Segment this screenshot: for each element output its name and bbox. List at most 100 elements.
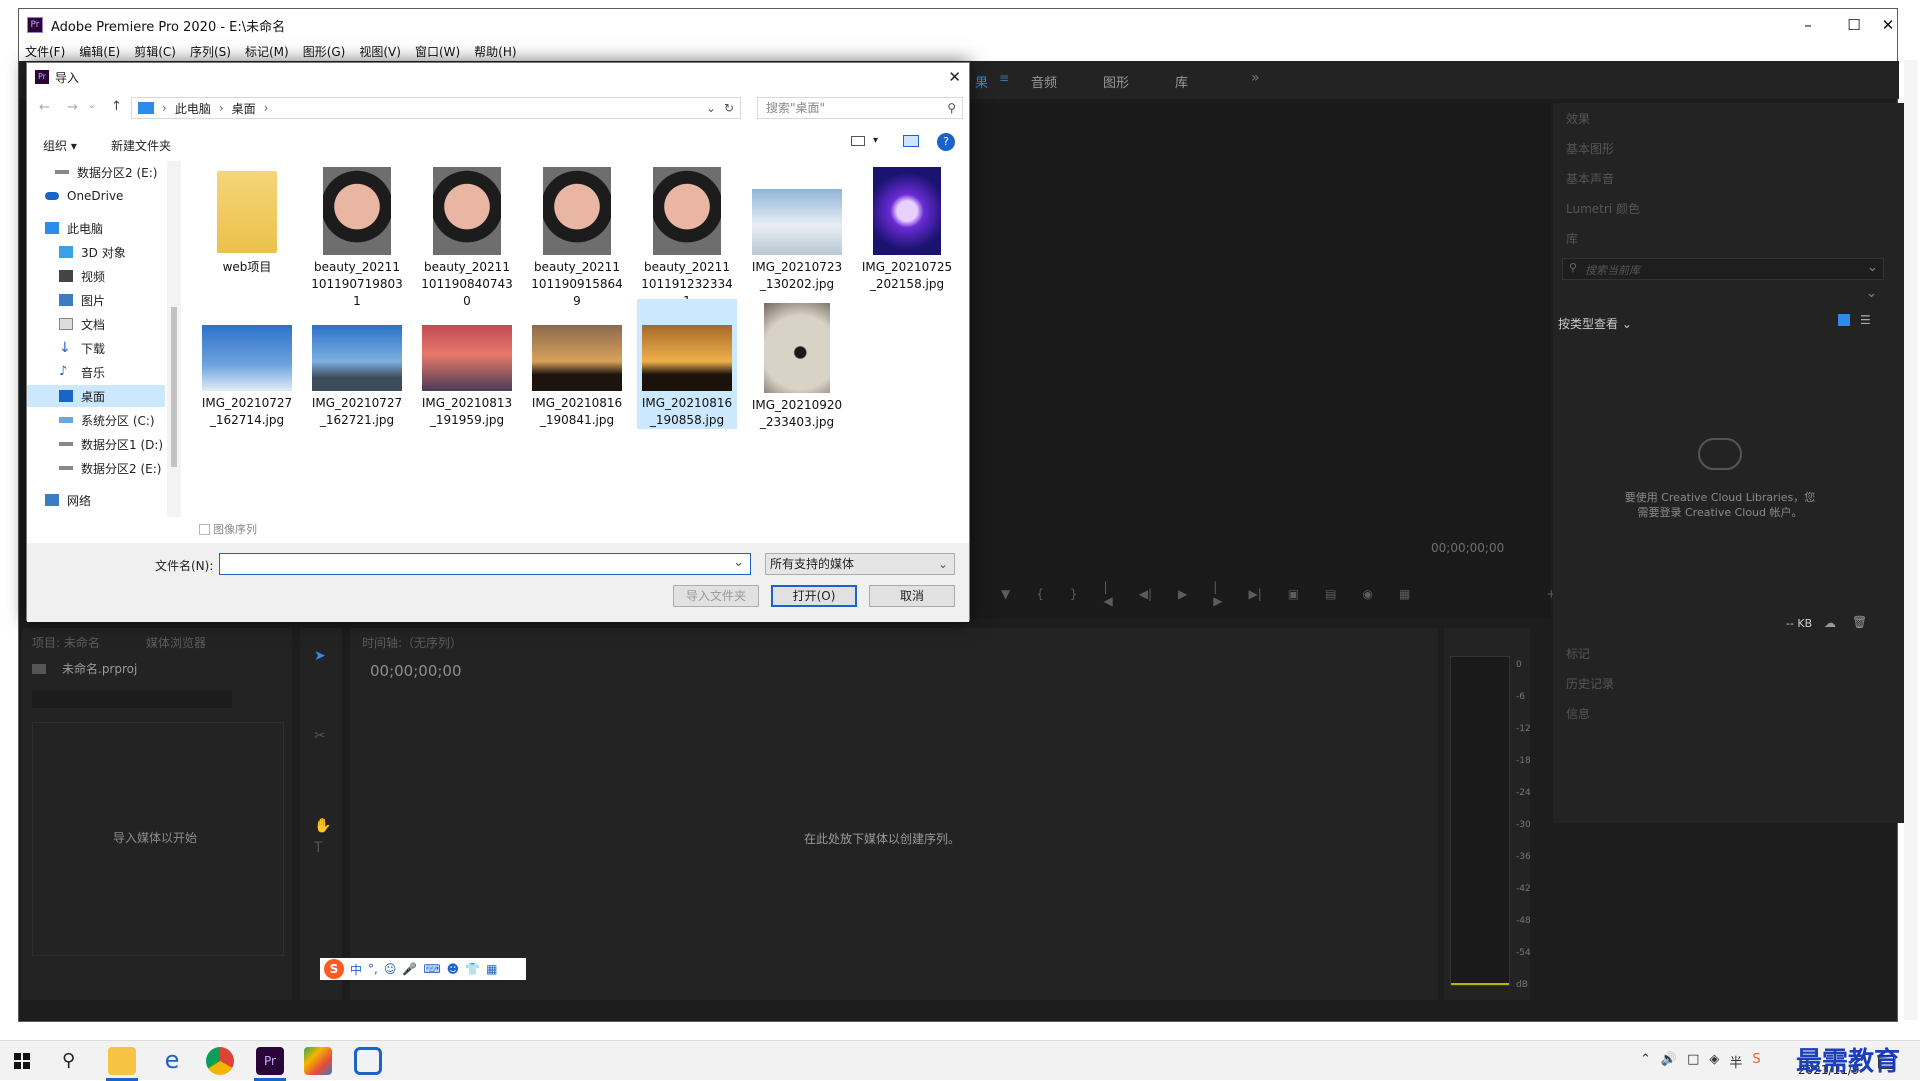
nav-onedrive[interactable]: OneDrive [27, 185, 167, 207]
minimize-button[interactable]: – [1785, 9, 1831, 41]
file-tile[interactable]: beauty_202111011909158649 [527, 163, 627, 308]
menu-view[interactable]: 视图(V) [359, 43, 401, 60]
selection-tool-icon[interactable]: ➤ [314, 648, 326, 664]
network-status-icon[interactable]: □ [1687, 1052, 1699, 1071]
timeline-tab[interactable]: 时间轴:（无序列） [362, 634, 462, 651]
microphone-icon[interactable]: 🎤 [402, 962, 417, 976]
file-tile[interactable]: beauty_202111011908407430 [417, 163, 517, 308]
file-tile[interactable]: IMG_20210813_191959.jpg [417, 299, 517, 429]
razor-tool-icon[interactable]: ✂ [314, 728, 326, 744]
image-sequence-checkbox[interactable]: 图像序列 [199, 521, 257, 537]
volume-icon[interactable]: 🔊 [1661, 1052, 1677, 1071]
mark-out-bracket-icon[interactable]: } [1070, 587, 1078, 601]
extract-icon[interactable]: ▤ [1325, 587, 1336, 601]
list-view-icon[interactable]: ☰ [1860, 313, 1871, 327]
file-tile[interactable]: IMG_20210723_130202.jpg [747, 163, 847, 293]
trash-icon[interactable]: 🗑 [1852, 615, 1867, 629]
security-icon[interactable]: ◈ [1709, 1052, 1719, 1071]
go-to-out-icon[interactable]: ▶| [1249, 587, 1262, 601]
cancel-button[interactable]: 取消 [869, 585, 955, 607]
nav-drive-d[interactable]: 数据分区1 (D:) [27, 433, 167, 455]
step-back-icon[interactable]: ◀| [1139, 587, 1152, 601]
project-drop-area[interactable]: 导入媒体以开始 [32, 722, 284, 956]
panel-history[interactable]: 历史记录 [1566, 675, 1614, 692]
nav-drive-c[interactable]: 系统分区 (C:) [27, 409, 167, 431]
address-dropdown-icon[interactable]: ⌄ [706, 101, 716, 115]
nav-videos[interactable]: 视频 [27, 265, 167, 287]
file-tile[interactable]: web项目 [197, 163, 297, 293]
menu-file[interactable]: 文件(F) [25, 43, 65, 60]
sogou-tray-icon[interactable]: S [1752, 1052, 1760, 1071]
ime-chinese-mode[interactable]: 中 [350, 961, 362, 978]
up-arrow-icon[interactable]: ↑ [111, 99, 122, 114]
timeline-timecode[interactable]: 00;00;00;00 [370, 662, 462, 680]
user-icon[interactable]: ☻ [447, 962, 460, 976]
tab-project[interactable]: 项目: 未命名 [32, 634, 100, 651]
recent-dropdown-icon[interactable]: ⌄ [87, 98, 96, 111]
search-icon[interactable]: ⚲ [62, 1050, 75, 1071]
punctuation-icon[interactable]: °, [368, 962, 378, 976]
sogou-logo-icon[interactable]: S [324, 959, 344, 979]
lift-icon[interactable]: ▣ [1288, 587, 1299, 601]
go-to-in-icon[interactable]: |◀ [1104, 580, 1113, 608]
back-arrow-icon[interactable]: ← [39, 100, 50, 115]
mark-in-bracket-icon[interactable]: { [1036, 587, 1044, 601]
app-icon[interactable] [304, 1047, 332, 1075]
panel-lumetri-color[interactable]: Lumetri 颜色 [1566, 200, 1640, 217]
premiere-taskbar-icon[interactable]: Pr [256, 1047, 284, 1075]
workspace-tab-audio[interactable]: 音频 [1031, 72, 1057, 91]
file-tile[interactable]: IMG_20210727_162721.jpg [307, 299, 407, 429]
menu-clip[interactable]: 剪辑(C) [134, 43, 176, 60]
menu-help[interactable]: 帮助(H) [474, 43, 516, 60]
tablet-app-icon[interactable] [354, 1047, 382, 1075]
panel-info[interactable]: 信息 [1566, 705, 1590, 722]
refresh-icon[interactable]: ↻ [724, 101, 734, 115]
nav-music[interactable]: ♪ 音乐 [27, 361, 167, 383]
file-tile[interactable]: IMG_20210727_162714.jpg [197, 299, 297, 429]
preview-pane-icon[interactable] [903, 135, 919, 147]
file-tile[interactable]: IMG_20210816_190858.jpg [637, 299, 737, 429]
file-tile[interactable]: beauty_202111011912323341 [637, 163, 737, 308]
nav-desktop[interactable]: 桌面 [27, 385, 165, 407]
change-view-icon[interactable] [851, 136, 865, 146]
menu-window[interactable]: 窗口(W) [415, 43, 460, 60]
file-tile[interactable]: IMG_20210725_202158.jpg [857, 163, 957, 293]
panel-libraries[interactable]: 库 [1566, 230, 1578, 247]
keyboard-icon[interactable]: ⌨ [423, 962, 440, 976]
panel-essential-sound[interactable]: 基本声音 [1566, 170, 1614, 187]
nav-downloads[interactable]: ↓ 下载 [27, 337, 167, 359]
menu-edit[interactable]: 编辑(E) [79, 43, 120, 60]
project-search-input[interactable] [32, 690, 232, 708]
emoji-icon[interactable]: ☺ [384, 962, 397, 976]
address-bar[interactable]: › 此电脑 › 桌面 › ⌄ ↻ [131, 97, 741, 119]
nav-scrollbar-thumb[interactable] [171, 307, 177, 467]
skin-icon[interactable]: 👕 [465, 962, 480, 976]
export-frame-icon[interactable]: ◉ [1362, 587, 1372, 601]
toolbox-icon[interactable]: ▦ [486, 962, 497, 976]
file-type-dropdown-icon[interactable]: ⌄ [938, 554, 948, 574]
desktop-scrollbar[interactable] [1904, 60, 1918, 1020]
notifications-icon[interactable] [1878, 1055, 1894, 1069]
nav-pictures[interactable]: 图片 [27, 289, 167, 311]
nav-drive-e[interactable]: 数据分区2 (E:) [27, 457, 167, 479]
workspace-tab-libraries[interactable]: 库 [1175, 72, 1188, 91]
play-icon[interactable]: ▶ [1178, 587, 1187, 601]
nav-this-pc[interactable]: 此电脑 [27, 217, 167, 239]
nav-network[interactable]: 网络 [27, 489, 167, 511]
tab-media-browser[interactable]: 媒体浏览器 [146, 634, 206, 651]
step-forward-icon[interactable]: |▶ [1213, 580, 1222, 608]
organize-button[interactable]: 组织 ▾ [43, 137, 77, 154]
new-folder-button[interactable]: 新建文件夹 [111, 137, 171, 154]
search-desktop-input[interactable]: 搜索"桌面" ⚲ [757, 97, 963, 119]
import-folder-button[interactable]: 导入文件夹 [673, 585, 759, 607]
chevron-down-icon[interactable]: ⌄ [1867, 260, 1878, 275]
breadcrumb-desktop[interactable]: 桌面 [232, 100, 256, 117]
library-search-box[interactable]: ⚲ 搜索当前库 ⌄ [1562, 258, 1884, 280]
library-dropdown-icon[interactable]: ⌄ [1866, 286, 1877, 301]
nav-documents[interactable]: 文档 [27, 313, 167, 335]
breadcrumb-this-pc[interactable]: 此电脑 [175, 100, 211, 117]
nav-3d-objects[interactable]: 3D 对象 [27, 241, 167, 263]
edge-icon[interactable]: e [158, 1047, 186, 1075]
close-window-button[interactable]: ✕ [1877, 9, 1899, 41]
panel-essential-graphics[interactable]: 基本图形 [1566, 140, 1614, 157]
